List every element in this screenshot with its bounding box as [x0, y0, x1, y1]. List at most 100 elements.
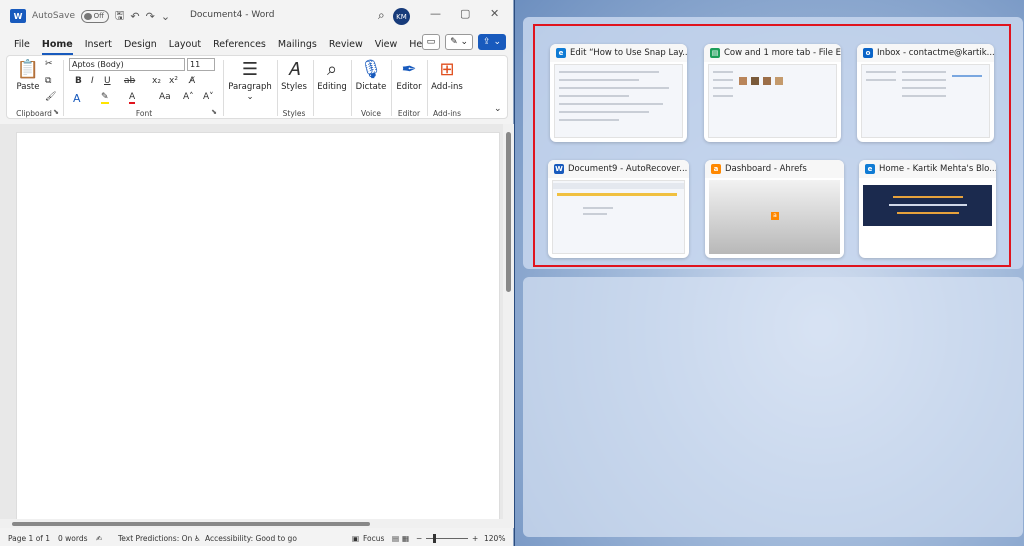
snap-zone-bottom[interactable]	[523, 277, 1023, 537]
zoom-level[interactable]: 120%	[484, 534, 505, 543]
snap-window-thumbnail[interactable]: a Dashboard - Ahrefs a	[705, 160, 844, 258]
accessibility-icon[interactable]: ♿	[194, 534, 201, 543]
print-layout-icon[interactable]: ▦	[402, 534, 409, 543]
read-mode-icon[interactable]: ▤	[392, 534, 399, 543]
edge-icon: e	[865, 164, 875, 174]
ahrefs-logo: a	[771, 212, 779, 220]
search-icon[interactable]: ⌕	[378, 8, 385, 23]
share-button[interactable]: ⇪ ⌄	[478, 34, 506, 50]
tab-file[interactable]: File	[8, 37, 36, 52]
snap-window-thumbnail[interactable]: ▤ Cow and 1 more tab - File E...	[704, 44, 841, 142]
customize-qat-icon[interactable]: ⌄	[161, 10, 170, 23]
zoom-in-icon[interactable]: +	[472, 534, 478, 543]
strikethrough-icon[interactable]: ab	[124, 76, 135, 86]
redo-icon[interactable]: ↷	[146, 10, 155, 23]
window-preview	[861, 64, 990, 138]
paragraph-button[interactable]: ☰ Paragraph ⌄	[225, 58, 275, 102]
addins-button[interactable]: ⊞ Add-ins	[429, 58, 465, 92]
highlight-icon[interactable]: ✎	[101, 92, 109, 104]
styles-button[interactable]: 𝐴 Styles	[279, 58, 309, 92]
comments-button[interactable]: ▭	[421, 34, 441, 50]
font-color-icon[interactable]: A	[129, 92, 136, 104]
text-predictions[interactable]: Text Predictions: On	[118, 534, 192, 543]
tab-design[interactable]: Design	[118, 37, 163, 52]
word-window: W AutoSave Off 🖫 ↶ ↷ ⌄ Document4 - Word …	[0, 0, 514, 546]
tab-view[interactable]: View	[369, 37, 404, 52]
tab-home[interactable]: Home	[36, 37, 79, 55]
undo-icon[interactable]: ↶	[130, 10, 139, 23]
file-explorer-icon: ▤	[710, 48, 720, 58]
editor-icon: ✒	[401, 59, 417, 80]
font-size-select[interactable]: 11	[187, 58, 215, 71]
snap-window-thumbnail[interactable]: o Inbox - contactme@kartik...	[857, 44, 994, 142]
minimize-icon[interactable]: —	[430, 7, 441, 20]
title-bar: W AutoSave Off 🖫 ↶ ↷ ⌄ Document4 - Word …	[0, 0, 514, 32]
snap-window-thumbnail[interactable]: e Home - Kartik Mehta's Blo...	[859, 160, 996, 258]
text-effects-icon[interactable]: A	[73, 92, 81, 105]
clear-format-icon[interactable]: A̸	[189, 76, 195, 86]
word-app-icon: W	[10, 9, 26, 23]
font-launcher-icon[interactable]: ⬊	[211, 108, 217, 116]
italic-icon[interactable]: I	[91, 76, 94, 86]
word-count[interactable]: 0 words	[58, 534, 88, 543]
ahrefs-icon: a	[711, 164, 721, 174]
focus-icon[interactable]: ▣	[352, 534, 359, 543]
autosave-toggle[interactable]: Off	[81, 9, 109, 23]
ribbon-collapse-icon[interactable]: ⌄	[494, 104, 502, 114]
proofing-icon[interactable]: ✍	[96, 534, 102, 543]
maximize-icon[interactable]: ▢	[460, 7, 470, 20]
shrink-font-icon[interactable]: A˅	[203, 92, 214, 102]
status-bar: Page 1 of 1 0 words ✍ Text Predictions: …	[0, 530, 514, 546]
paragraph-icon: ☰	[241, 59, 259, 80]
change-case-icon[interactable]: Aa	[159, 92, 171, 102]
zoom-out-icon[interactable]: −	[416, 534, 422, 543]
window-title: Dashboard - Ahrefs	[725, 164, 807, 174]
snap-window-thumbnail[interactable]: e Edit “How to Use Snap Lay...	[550, 44, 687, 142]
ribbon-tabs: File Home Insert Design Layout Reference…	[0, 34, 514, 55]
styles-group: 𝐴 Styles Styles	[275, 56, 313, 120]
vertical-scrollbar[interactable]	[503, 124, 514, 528]
bold-icon[interactable]: B	[75, 76, 82, 86]
ribbon: 📋 Paste ✂ ⧉ 🖌 Clipboard ⬊ Aptos (Body) 1…	[6, 55, 508, 119]
snap-window-thumbnail[interactable]: W Document9 - AutoRecover...	[548, 160, 689, 258]
voice-label: Voice	[361, 109, 381, 118]
word-icon: W	[554, 164, 564, 174]
subscript-icon[interactable]: x₂	[152, 76, 161, 86]
focus-button[interactable]: Focus	[363, 534, 384, 543]
page-count[interactable]: Page 1 of 1	[8, 534, 50, 543]
scroll-thumb[interactable]	[506, 132, 511, 292]
window-preview	[552, 180, 685, 254]
tab-review[interactable]: Review	[323, 37, 369, 52]
window-title: Inbox - contactme@kartik...	[877, 48, 994, 58]
editing-mode-button[interactable]: ✎ ⌄	[445, 34, 474, 50]
editor-button[interactable]: ✒ Editor	[394, 58, 424, 92]
share-icon: ⇪ ⌄	[483, 37, 501, 47]
avatar[interactable]: KM	[393, 8, 410, 25]
close-icon[interactable]: ✕	[490, 7, 499, 20]
save-icon[interactable]: 🖫	[115, 7, 124, 26]
accessibility-status[interactable]: Accessibility: Good to go	[205, 534, 297, 543]
window-preview	[554, 64, 683, 138]
grow-font-icon[interactable]: A˄	[183, 92, 194, 102]
addins-group: ⊞ Add-ins Add-ins	[427, 56, 467, 120]
tab-references[interactable]: References	[207, 37, 272, 52]
tab-mailings[interactable]: Mailings	[272, 37, 323, 52]
dictate-button[interactable]: 🎙 Dictate	[353, 58, 389, 92]
document-page[interactable]	[16, 132, 500, 528]
superscript-icon[interactable]: x²	[169, 76, 178, 86]
microphone-icon: 🎙	[359, 59, 383, 80]
tab-layout[interactable]: Layout	[163, 37, 207, 52]
addins-label: Add-ins	[433, 109, 461, 118]
zoom-handle[interactable]	[433, 534, 436, 543]
font-name-select[interactable]: Aptos (Body)	[69, 58, 185, 71]
editing-button[interactable]: ⌕ Editing	[313, 58, 351, 92]
magnifier-icon: ⌕	[326, 59, 338, 80]
underline-icon[interactable]: U	[104, 76, 111, 86]
horizontal-scrollbar[interactable]	[0, 519, 514, 528]
document-title: Document4 - Word	[190, 10, 275, 20]
window-title: Home - Kartik Mehta's Blo...	[879, 164, 996, 174]
window-title: Cow and 1 more tab - File E...	[724, 48, 841, 58]
editor-group: ✒ Editor Editor	[391, 56, 427, 120]
scroll-thumb[interactable]	[12, 522, 370, 526]
tab-insert[interactable]: Insert	[79, 37, 118, 52]
